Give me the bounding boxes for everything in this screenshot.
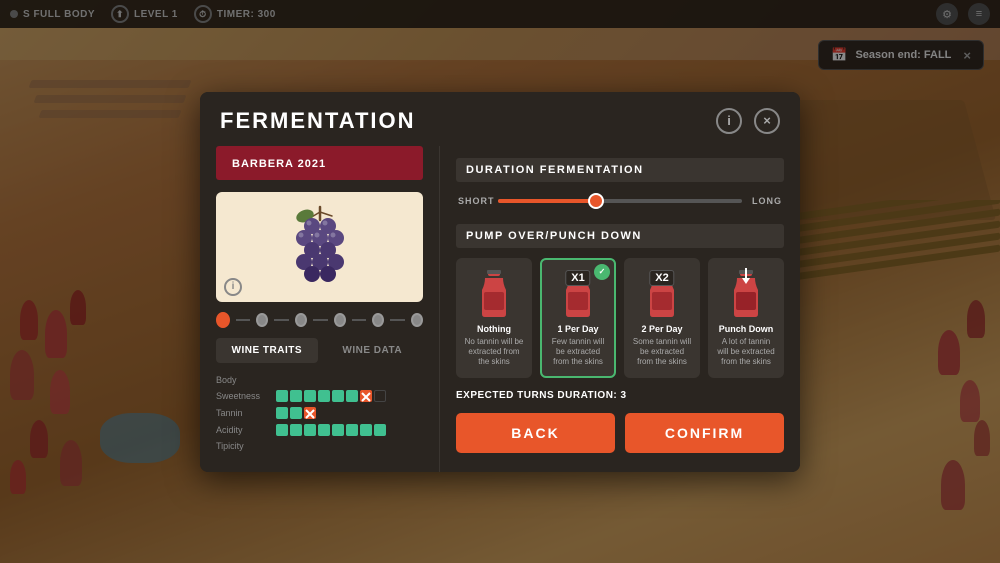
close-button[interactable]: × (754, 108, 780, 134)
fermentation-modal: FERMENTATION i × BARBERA 2021 (200, 92, 800, 472)
slider-short-label: SHORT (458, 196, 490, 206)
trait-label-acidity: Acidity (216, 425, 268, 435)
pump-section: PUMP OVER/PUNCH DOWN (456, 224, 784, 378)
pump-title: PUMP OVER/PUNCH DOWN (456, 224, 784, 248)
left-panel: BARBERA 2021 (200, 146, 440, 472)
trait-row-tipicity: Tipicity (216, 441, 423, 451)
bar (346, 424, 358, 436)
trait-row-body: Body (216, 375, 423, 385)
progress-line-2 (274, 319, 289, 321)
back-button[interactable]: BACK (456, 413, 615, 453)
slider-long-label: LONG (750, 196, 782, 206)
bar (318, 424, 330, 436)
duration-slider[interactable] (498, 199, 742, 203)
progress-dot-6 (411, 313, 423, 327)
duration-title: DURATION FERMENTATION (456, 158, 784, 182)
trait-bars-tannin (276, 407, 316, 419)
grape-info-button[interactable]: i (224, 278, 242, 296)
bar (276, 407, 288, 419)
bar (290, 390, 302, 402)
pump-icon-punchdown (716, 268, 776, 320)
bar (304, 390, 316, 402)
right-panel: DURATION FERMENTATION SHORT LONG PUMP OV… (440, 146, 800, 472)
progress-line-1 (236, 319, 251, 321)
trait-row-tannin: Tannin (216, 407, 423, 419)
wine-name: BARBERA 2021 (232, 158, 326, 170)
tab-wine-traits[interactable]: Wine Traits (216, 338, 318, 363)
modal-title-bar: FERMENTATION i × (200, 92, 800, 146)
bar (332, 390, 344, 402)
bar (374, 424, 386, 436)
bar (346, 390, 358, 402)
tab-buttons: Wine Traits Wine Data (216, 338, 423, 363)
pump-options: Nothing No tannin will be extracted from… (456, 258, 784, 378)
bar (360, 424, 372, 436)
trait-label-tipicity: Tipicity (216, 441, 268, 451)
progress-dot-5 (372, 313, 384, 327)
grape-image (280, 202, 360, 292)
progress-line-3 (313, 319, 328, 321)
pump-icon-2perday: X2 (632, 268, 692, 320)
pump-icon-nothing (464, 268, 524, 320)
expected-turns: EXPECTED TURNS DURATION: 3 (456, 390, 784, 401)
progress-dots (216, 312, 423, 328)
bar (290, 407, 302, 419)
bar-empty (374, 390, 386, 402)
bar (290, 424, 302, 436)
pump-option-nothing[interactable]: Nothing No tannin will be extracted from… (456, 258, 532, 378)
trait-row-acidity: Acidity (216, 424, 423, 436)
slider-thumb[interactable] (588, 193, 604, 209)
trait-bars-sweetness (276, 390, 386, 402)
modal-body: BARBERA 2021 (200, 146, 800, 472)
modal-title-icons: i × (716, 108, 780, 134)
modal-overlay: FERMENTATION i × BARBERA 2021 (0, 0, 1000, 563)
trait-label-tannin: Tannin (216, 408, 268, 418)
pump-desc-1perday: Few tannin will be extracted from the sk… (548, 337, 608, 368)
pump-label-2perday: 2 per day (632, 324, 692, 334)
pump-desc-nothing: No tannin will be extracted from the ski… (464, 337, 524, 368)
pump-label-1perday: 1 per day (548, 324, 608, 334)
wine-traits-panel: Body Sweetness (200, 371, 439, 460)
bar-cross (360, 390, 372, 402)
progress-dot-1 (216, 312, 230, 328)
bar (318, 390, 330, 402)
bar (332, 424, 344, 436)
info-button[interactable]: i (716, 108, 742, 134)
progress-dot-4 (334, 313, 346, 327)
confirm-button[interactable]: CONFIRM (625, 413, 784, 453)
progress-line-5 (390, 319, 405, 321)
bar (276, 390, 288, 402)
duration-section: DURATION FERMENTATION SHORT LONG (456, 158, 784, 210)
trait-label-body: Body (216, 375, 268, 385)
bar (276, 424, 288, 436)
pump-label-nothing: Nothing (464, 324, 524, 334)
progress-dot-2 (256, 313, 268, 327)
trait-label-sweetness: Sweetness (216, 391, 268, 401)
modal-title: FERMENTATION (220, 108, 416, 134)
trait-bars-acidity (276, 424, 386, 436)
progress-line-4 (352, 319, 367, 321)
pump-desc-2perday: Some tannin will be extracted from the s… (632, 337, 692, 368)
bar-cross (304, 407, 316, 419)
wine-label-bar: BARBERA 2021 (216, 146, 423, 180)
grape-image-area: i (216, 192, 423, 302)
pump-desc-punchdown: A lot of tannin will be extracted from t… (716, 337, 776, 368)
bottom-buttons: BACK CONFIRM (456, 413, 784, 453)
pump-option-2perday[interactable]: X2 2 per day Some tannin will be extract… (624, 258, 700, 378)
pump-icon-1perday: X1 (548, 268, 608, 320)
slider-row: SHORT LONG (456, 192, 784, 210)
slider-fill (498, 199, 596, 203)
tab-wine-data[interactable]: Wine Data (322, 338, 424, 363)
pump-option-1perday[interactable]: ✓ X1 1 per day F (540, 258, 616, 378)
pump-option-punchdown[interactable]: Punch down A lot of tannin will be extra… (708, 258, 784, 378)
pump-label-punchdown: Punch down (716, 324, 776, 334)
progress-dot-3 (295, 313, 307, 327)
bar (304, 424, 316, 436)
trait-row-sweetness: Sweetness (216, 390, 423, 402)
